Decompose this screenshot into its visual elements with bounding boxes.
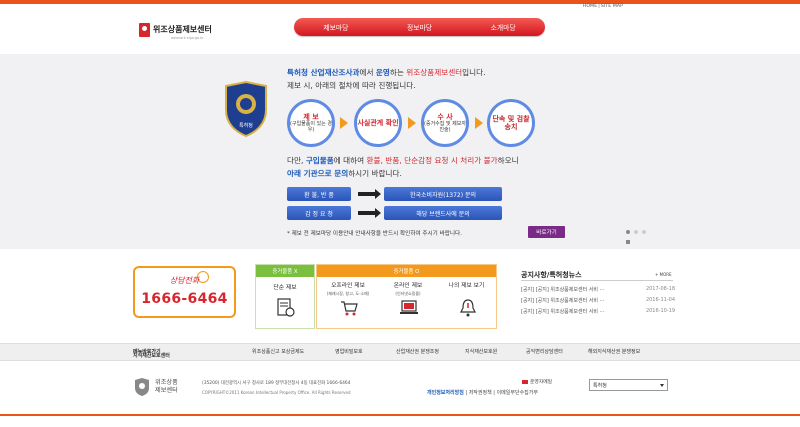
step-investigate: 수 사 (증거수집 및 제보자 진술) xyxy=(421,99,469,147)
step-arrow-icon xyxy=(408,117,416,129)
privacy-policy-link[interactable]: 개인정보처리방침 xyxy=(427,390,464,396)
footer-links: 개인정보처리방침 | 저작권정책 | 이메일무단수집거부 xyxy=(427,390,538,396)
related-site-link[interactable]: 영업비밀보호 xyxy=(335,348,363,355)
news-item[interactable]: [공지] [공지] 위조상품제보센터 서비 ··· 2016-11-04 xyxy=(521,297,675,304)
footer-mail-link[interactable]: 운영자메일 xyxy=(522,378,552,385)
logo-sub: adsmark.kipo.go.kr xyxy=(171,36,204,40)
shortcut-button[interactable]: 바로가기 xyxy=(528,226,565,238)
route-appraisal-label: 감 정 요 청 xyxy=(287,206,351,220)
top-accent-bar xyxy=(0,0,800,4)
intro-line-1: 특허청 산업재산조사과에서 운영하는 위조상품제보센터입니다. xyxy=(287,68,486,77)
notice-text: * 제보 전 제보마당 이용안내 안내사항을 반드시 확인하여 주시기 바랍니다… xyxy=(287,231,462,237)
phone-number: 1666-6464 xyxy=(141,291,228,307)
document-icon xyxy=(277,298,295,317)
shopping-cart-icon xyxy=(341,301,358,316)
step-verify: 사실관계 확인 xyxy=(354,99,402,147)
card-simple-report[interactable]: 증거물품 X 단순 제보 xyxy=(255,264,315,329)
step-arrow-icon xyxy=(340,117,348,129)
slider-pager xyxy=(626,230,646,244)
related-sites-bar: 지식재산보호센터 메뉴바로가기 위조상품신고 포상금제도 영업비밀보호 산업재산… xyxy=(0,343,800,361)
pager-dot[interactable] xyxy=(634,230,638,234)
footer-logo-icon xyxy=(135,378,149,396)
phone-consult-box: 상담전화 1666-6464 xyxy=(133,266,236,318)
step-enforce: 단속 및 검찰송치 xyxy=(487,99,535,147)
pager-dot[interactable] xyxy=(626,230,630,234)
email-refusal-link[interactable]: 이메일무단수집거부 xyxy=(497,390,538,396)
related-site-link[interactable]: 해외지식재산권 분쟁정보 xyxy=(588,348,640,355)
alarm-icon xyxy=(460,299,476,317)
route-arrow-icon xyxy=(358,189,381,199)
footer-logo-text: 위조상품 제보센터 xyxy=(155,379,178,394)
news-divider xyxy=(521,280,673,281)
news-item[interactable]: [공지] [공지] 위조상품제보센터 서비 ··· 2017-08-18 xyxy=(521,286,675,293)
police-emblem-icon: 특허청 xyxy=(225,80,267,138)
route-consumer-agency[interactable]: 한국소비자원(1372) 문의 xyxy=(384,187,502,201)
main-nav: 제보마당 정보마당 소개마당 xyxy=(294,18,545,36)
related-site-link[interactable]: 위조상품신고 포상금제도 xyxy=(252,348,304,355)
laptop-icon xyxy=(400,300,418,314)
related-site-link[interactable]: 산업재산권 분쟁조정 xyxy=(396,348,439,355)
step-arrow-icon xyxy=(475,117,483,129)
pager-dot[interactable] xyxy=(642,230,646,234)
nav-report[interactable]: 제보마당 xyxy=(323,22,348,32)
emblem-label: 특허청 xyxy=(239,122,253,129)
nav-info[interactable]: 정보마당 xyxy=(407,22,432,32)
notice-paragraph-1: 다만, 구입물품에 대하여 환불, 반품, 단순감정 요청 시 처리가 불가하오… xyxy=(287,156,519,165)
route-brand-company[interactable]: 해당 브랜드사에 문의 xyxy=(384,206,502,220)
site-logo[interactable]: 위조상품제보센터 adsmark.kipo.go.kr xyxy=(139,21,229,47)
news-item[interactable]: [공지] [공지] 위조상품제보센터 서비 ··· 2016-10-19 xyxy=(521,308,675,315)
news-title: 공지사항/특허청뉴스 xyxy=(521,271,582,279)
phone-label: 상담전화 xyxy=(169,276,200,285)
card-title: 나의 제보 보기 xyxy=(448,283,485,289)
top-links: HOME|SITE MAP xyxy=(582,4,623,9)
footer-copyright: COPYRIGHT©2011 Korean Intellectual Prope… xyxy=(202,390,351,395)
logo-mark-icon xyxy=(139,23,150,37)
home-link[interactable]: HOME xyxy=(583,4,597,9)
copyright-policy-link[interactable]: 저작권정책 xyxy=(469,390,492,396)
family-site-select[interactable]: 특허청 xyxy=(589,379,668,391)
news-more-link[interactable]: + MORE xyxy=(655,272,672,277)
route-refund-label: 환 불, 반 품 xyxy=(287,187,351,201)
logo-name: 위조상품제보센터 xyxy=(153,25,212,34)
related-sites-heading: 지식재산보호센터 메뉴바로가기 xyxy=(133,349,170,359)
card-title: 온라인 제보 (인터넷쇼핑몰) xyxy=(393,283,423,296)
pager-pause-icon[interactable] xyxy=(626,240,630,244)
card-header: 증거물품 X xyxy=(256,265,314,277)
route-arrow-icon xyxy=(358,208,381,218)
related-site-link[interactable]: 지식재산보호원 xyxy=(465,348,497,355)
notice-paragraph-2: 아래 기관으로 문의하시기 바랍니다. xyxy=(287,169,402,178)
footer-address: (35200) 대전광역시 서구 청사로 189 정부대전청사 4동 대표전화 … xyxy=(202,381,351,386)
step-report: 제 보 (구입물품이 있는 경우) xyxy=(287,99,335,147)
bottom-accent-bar xyxy=(0,414,800,416)
related-site-link[interactable]: 공익변리상담센터 xyxy=(526,348,563,355)
sitemap-link[interactable]: SITE MAP xyxy=(601,4,623,9)
card-header: 증거물품 O xyxy=(317,265,496,277)
card-title: 단순 제보 xyxy=(273,285,297,291)
card-title: 오프라인 제보 (재래시장, 창고, 도·소매) xyxy=(326,283,370,296)
nav-about[interactable]: 소개마당 xyxy=(491,22,516,32)
intro-line-2: 제보 시, 아래의 절차에 따라 진행됩니다. xyxy=(287,81,416,90)
